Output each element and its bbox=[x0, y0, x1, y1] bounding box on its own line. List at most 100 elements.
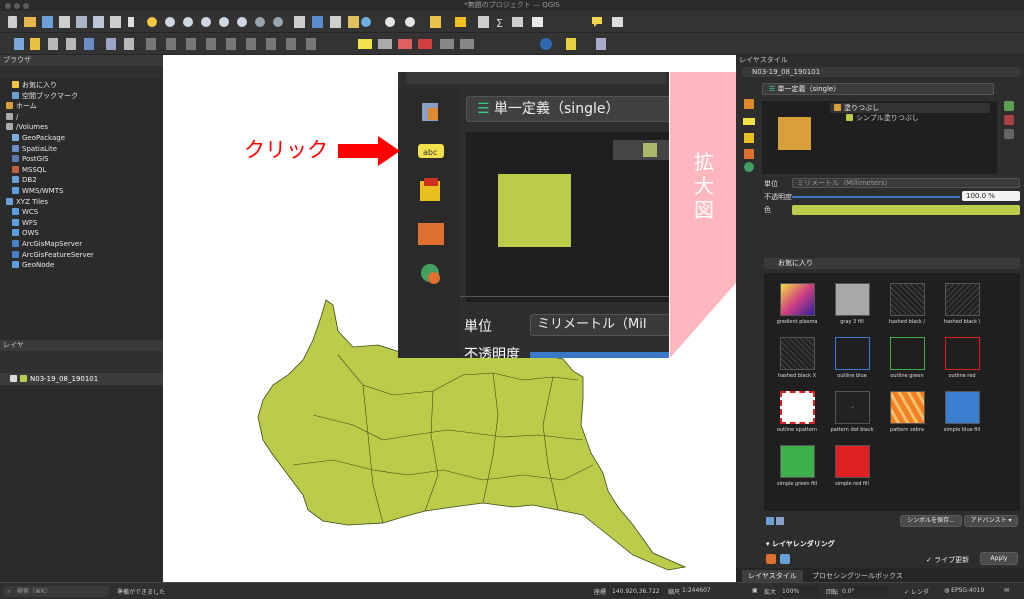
close-window-button[interactable] bbox=[5, 3, 11, 9]
browser-item[interactable]: ArcGisFeatureServer bbox=[4, 250, 163, 261]
maximize-window-button[interactable] bbox=[23, 3, 29, 9]
browser-item[interactable]: WMS/WMTS bbox=[4, 186, 163, 197]
unit-combo[interactable]: ミリメートル（Millimeters） bbox=[792, 178, 1020, 188]
browser-item-label: DB2 bbox=[22, 176, 37, 185]
browser-item[interactable]: /Volumes bbox=[4, 122, 163, 133]
list-view-icon[interactable] bbox=[766, 517, 774, 525]
checkbox-icon[interactable] bbox=[10, 375, 17, 382]
redo-style-icon[interactable] bbox=[780, 554, 790, 564]
browser-item[interactable]: WFS bbox=[4, 218, 163, 229]
browser-item[interactable]: OWS bbox=[4, 228, 163, 239]
attribute-table-icon bbox=[455, 17, 466, 27]
symbol-swatch[interactable] bbox=[780, 283, 815, 316]
tab-layer-style[interactable]: レイヤスタイル bbox=[742, 570, 803, 582]
opacity-spinbox[interactable]: 100.0 % bbox=[962, 191, 1020, 201]
minimize-window-button[interactable] bbox=[14, 3, 20, 9]
toolbar-icons-row1[interactable]: Σ bbox=[0, 11, 1024, 33]
style-tab-strip bbox=[736, 83, 760, 173]
zoomed-layer-combo[interactable] bbox=[406, 72, 666, 84]
locator-search[interactable]: ⌕ 検索（⌘K） bbox=[3, 586, 109, 597]
browser-toolbar[interactable] bbox=[0, 66, 163, 78]
show-bookmarks-icon bbox=[330, 16, 341, 28]
zoom-level-field[interactable]: 100% bbox=[782, 586, 818, 597]
coordinate-field[interactable]: 140.920,36.722 bbox=[612, 586, 662, 597]
symbol-swatch[interactable] bbox=[945, 337, 980, 370]
browser-item[interactable]: / bbox=[4, 112, 163, 123]
scale-field[interactable]: 1:244607 bbox=[682, 587, 711, 594]
browser-item[interactable]: DB2 bbox=[4, 175, 163, 186]
zoomed-opacity-slider[interactable] bbox=[530, 352, 669, 358]
select-features-icon bbox=[430, 16, 441, 28]
browser-item-label: WFS bbox=[22, 218, 38, 227]
symbol-swatch[interactable] bbox=[945, 283, 980, 316]
color-button[interactable] bbox=[792, 205, 1020, 215]
label-show-icon bbox=[398, 39, 412, 49]
apply-button[interactable]: Apply bbox=[980, 552, 1018, 565]
symbol-swatch[interactable] bbox=[945, 391, 980, 424]
messages-icon[interactable]: ✉ bbox=[1004, 587, 1009, 594]
browser-item-icon bbox=[12, 165, 19, 173]
zoomed-renderer-combo[interactable]: ☰ 単一定義（single） bbox=[466, 96, 669, 122]
crs-button[interactable]: ◍ EPSG:4019 bbox=[944, 587, 984, 594]
favorites-combo[interactable]: お気に入り bbox=[764, 258, 1020, 269]
symbol-swatch[interactable] bbox=[890, 391, 925, 424]
undo-style-icon[interactable] bbox=[766, 554, 776, 564]
remove-symbol-layer-button[interactable] bbox=[1004, 115, 1014, 125]
style-renderer-combo[interactable]: ☰ 単一定義（single） bbox=[762, 83, 994, 95]
opacity-slider[interactable] bbox=[792, 196, 960, 198]
browser-item[interactable]: ホーム bbox=[4, 101, 163, 112]
render-checkbox[interactable]: ✓ レンダ bbox=[904, 587, 929, 596]
symbol-swatch[interactable] bbox=[780, 391, 815, 424]
browser-item[interactable]: 空間ブックマーク bbox=[4, 91, 163, 102]
browser-item-label: ArcGisFeatureServer bbox=[22, 250, 94, 259]
lock-layer-button[interactable] bbox=[1004, 129, 1014, 139]
browser-tree[interactable]: お気に入り 空間ブックマーク ホーム / /Volumes GeoPackage Spati… bbox=[0, 80, 163, 271]
browser-item[interactable]: WCS bbox=[4, 207, 163, 218]
tree-fill-label: 塗りつぶし bbox=[844, 104, 880, 112]
browser-item[interactable]: ArcGisMapServer bbox=[4, 239, 163, 250]
lock-icon[interactable]: ▣ bbox=[752, 587, 758, 594]
advanced-button[interactable]: アドバンスト ▾ bbox=[964, 515, 1018, 527]
tab-processing-toolbox[interactable]: プロセシングツールボックス bbox=[806, 570, 909, 582]
symbol-swatch[interactable] bbox=[835, 391, 870, 424]
3d-cube-icon bbox=[420, 178, 440, 201]
symbol-swatch[interactable] bbox=[780, 337, 815, 370]
layer-style-panel: レイヤスタイル N03-19_08_190101 ☰ 単一定義（single） … bbox=[736, 55, 1024, 582]
save-symbol-button[interactable]: シンボルを保存... bbox=[900, 515, 962, 527]
symbol-swatch[interactable] bbox=[780, 445, 815, 478]
browser-item[interactable]: PostGIS bbox=[4, 154, 163, 165]
live-update-checkbox[interactable]: ✓ ライブ更新 bbox=[926, 555, 969, 565]
browser-item[interactable]: XYZ Tiles bbox=[4, 197, 163, 208]
browser-item-icon bbox=[12, 218, 19, 226]
symbol-swatch[interactable] bbox=[835, 283, 870, 316]
style-layer-combo[interactable]: N03-19_08_190101 bbox=[742, 67, 1020, 77]
add-symbol-layer-button[interactable] bbox=[1004, 101, 1014, 111]
zoomed-unit-label: 単位 bbox=[464, 319, 492, 335]
rotation-field[interactable]: 0.0° bbox=[842, 586, 888, 597]
globe-icon bbox=[540, 38, 552, 50]
symbol-swatch[interactable] bbox=[890, 337, 925, 370]
pan-to-selection-icon bbox=[147, 17, 157, 27]
icon-view-icon[interactable] bbox=[776, 517, 784, 525]
layers-toolbar[interactable] bbox=[0, 351, 163, 373]
map-tips-icon bbox=[532, 17, 543, 27]
symbol-swatch[interactable] bbox=[890, 283, 925, 316]
zoomed-unit-combo[interactable]: ミリメートル（Mil bbox=[530, 314, 669, 336]
browser-item[interactable]: GeoPackage bbox=[4, 133, 163, 144]
symbol-swatch[interactable] bbox=[835, 445, 870, 478]
redo-icon bbox=[306, 38, 316, 50]
browser-item[interactable]: GeoNode bbox=[4, 260, 163, 271]
browser-item[interactable]: お気に入り bbox=[4, 80, 163, 91]
browser-item-label: SpatiaLite bbox=[22, 144, 58, 153]
rendering-tab-icon bbox=[744, 162, 754, 172]
zoomed-symbol-tree[interactable] bbox=[613, 140, 669, 160]
browser-item-label: PostGIS bbox=[22, 155, 49, 164]
symbol-tree-simple[interactable]: シンプル塗りつぶし bbox=[840, 113, 990, 123]
toolbar-icons-row2[interactable] bbox=[0, 33, 1024, 55]
symbol-swatch[interactable] bbox=[835, 337, 870, 370]
labels-tab-icon bbox=[743, 118, 755, 125]
symbol-tree-fill[interactable]: 塗りつぶし bbox=[830, 103, 990, 113]
browser-item[interactable]: SpatiaLite bbox=[4, 144, 163, 155]
browser-item[interactable]: MSSQL bbox=[4, 165, 163, 176]
layer-item[interactable]: N03-19_08_190101 bbox=[0, 373, 163, 385]
